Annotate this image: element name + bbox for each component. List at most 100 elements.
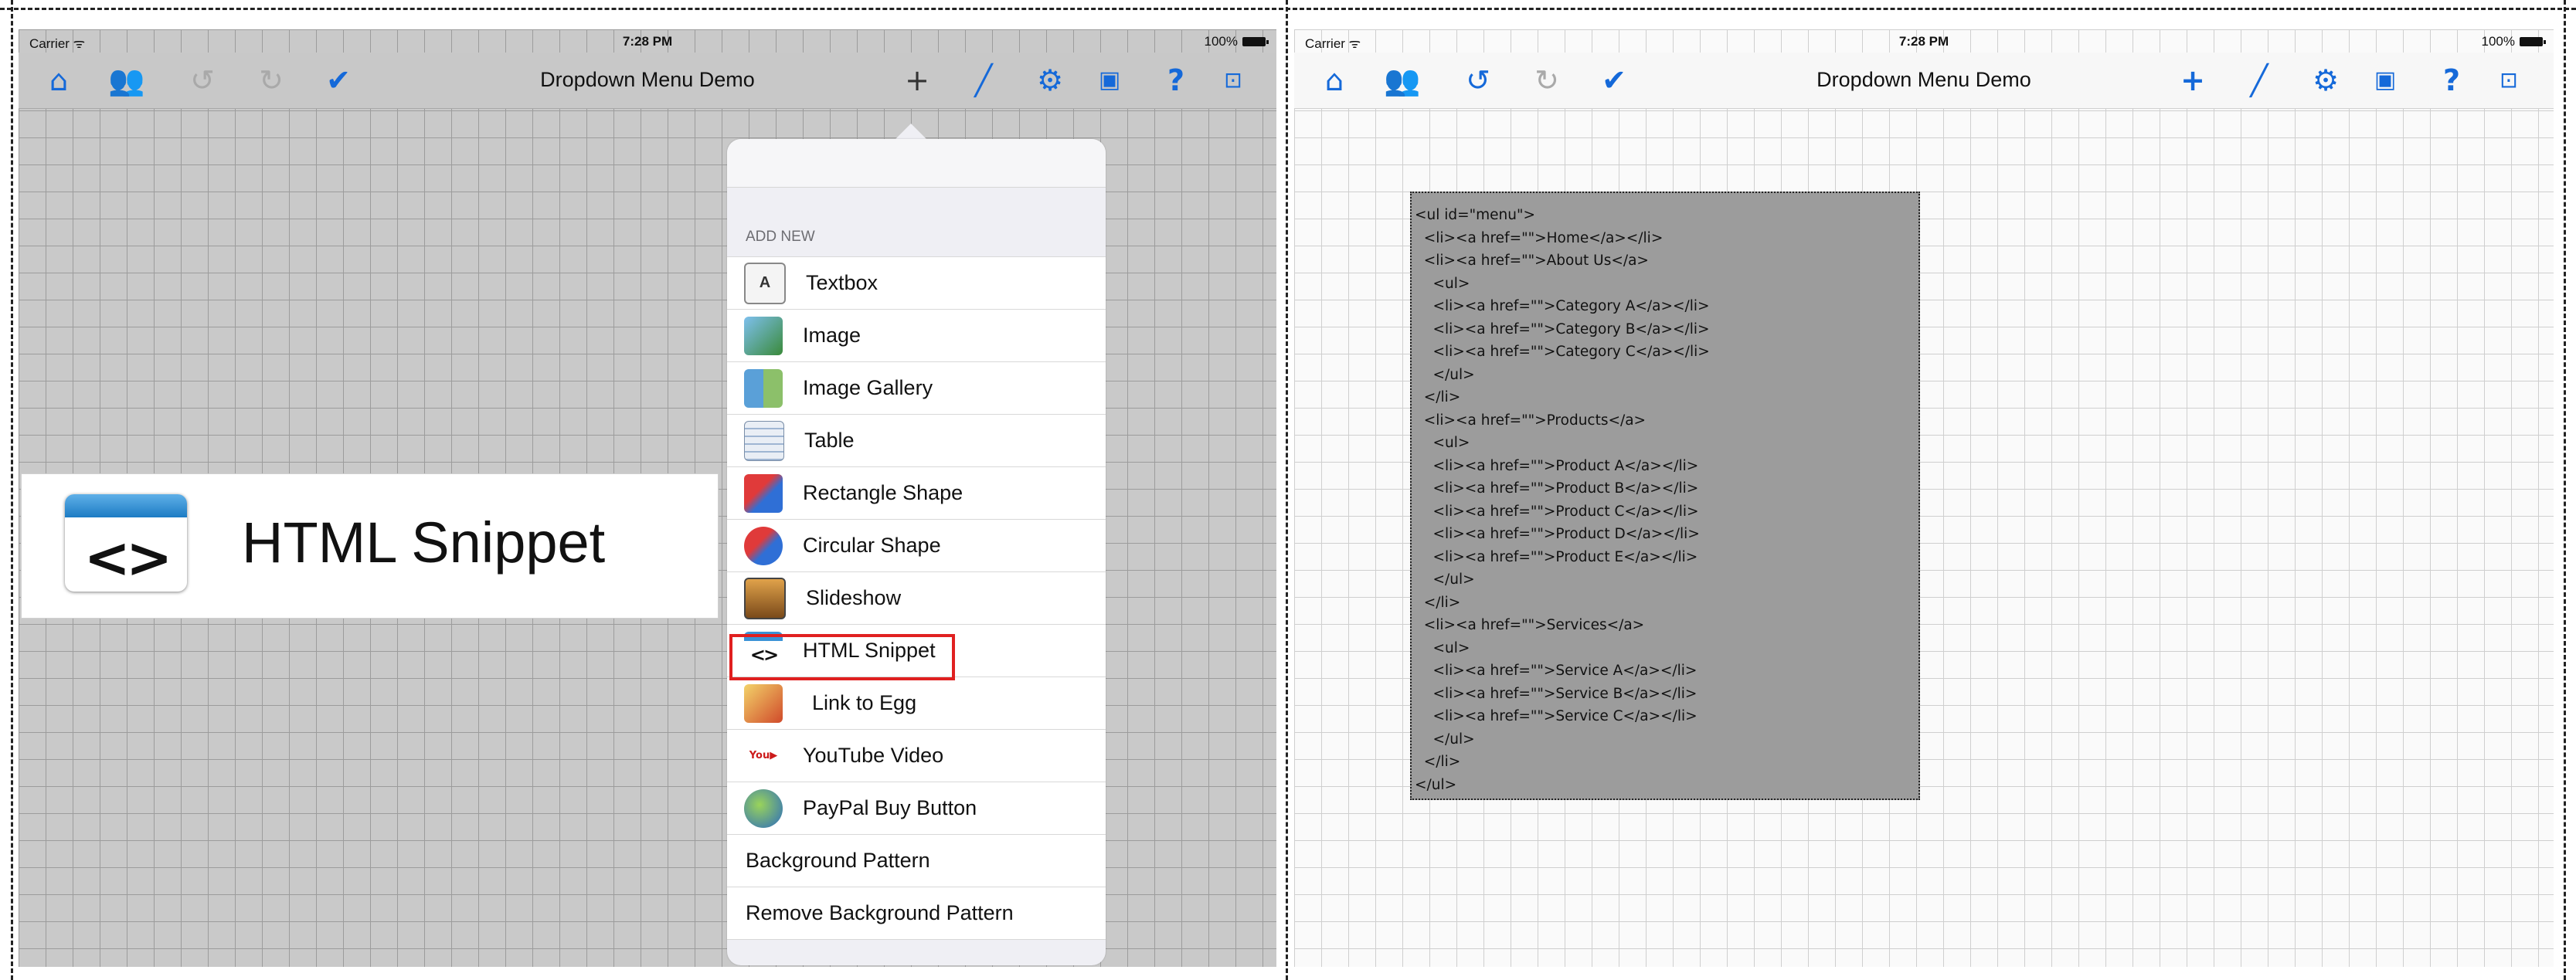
code-line: </li> <box>1415 389 1461 405</box>
code-line: <li><a href="">Home</a></li> <box>1415 229 1664 246</box>
menu-item-rectangle-shape[interactable]: Rectangle Shape <box>727 466 1106 519</box>
home-icon[interactable]: ⌂ <box>42 63 76 97</box>
page-title: Dropdown Menu Demo <box>1816 68 2031 91</box>
gear-icon[interactable]: ⚙ <box>2309 63 2343 97</box>
left-screenshot: Carrier ᯤ 7:28 PM 100% ⌂ 👥 ↺ ↻ ✔ Dropdow… <box>19 29 1276 967</box>
menu-item-slideshow[interactable]: Slideshow <box>727 571 1106 624</box>
frame-border-left <box>11 0 13 980</box>
help-icon[interactable]: ? <box>2435 63 2469 97</box>
code-line: </li> <box>1415 754 1461 770</box>
redo-icon[interactable]: ↻ <box>254 63 288 97</box>
home-icon[interactable]: ⌂ <box>1317 63 1351 97</box>
pen-icon[interactable]: ╱ <box>2242 63 2276 97</box>
code-line: <ul> <box>1415 435 1470 451</box>
html-snippet-code-block[interactable]: <ul id="menu"> <li><a href="">Home</a></… <box>1410 192 1920 800</box>
code-line: <li><a href="">Service C</a></li> <box>1415 708 1698 724</box>
users-icon[interactable]: 👥 <box>1384 63 1420 97</box>
code-glyph: <> <box>83 525 173 590</box>
menu-item-textbox[interactable]: A Textbox <box>727 256 1106 309</box>
code-line: <ul id="menu"> <box>1415 207 1536 223</box>
code-line: <li><a href="">Products</a> <box>1415 412 1647 429</box>
frame-divider <box>1286 0 1288 980</box>
slideshow-icon <box>744 577 786 619</box>
frame-border-top <box>0 8 2576 10</box>
code-line: </li> <box>1415 594 1461 611</box>
checkmark-icon[interactable]: ✔ <box>1597 63 1631 97</box>
code-line: </ul> <box>1415 571 1475 588</box>
html-snippet-large-icon: <> <box>65 494 187 592</box>
html-snippet-highlight-box <box>729 634 955 680</box>
present-icon[interactable]: ⊡ <box>2492 63 2526 97</box>
code-line: <ul> <box>1415 639 1470 656</box>
plus-icon[interactable]: + <box>900 63 934 97</box>
carrier-label: Carrier ᯤ <box>1305 36 1361 51</box>
youtube-icon: You▶ <box>749 750 778 761</box>
add-new-dropdown-menu: ADD NEW A Textbox Image Image Gallery Ta… <box>727 139 1106 965</box>
code-line: <li><a href="">Product E</a></li> <box>1415 548 1698 565</box>
navigation-bar: ⌂ 👥 ↺ ↻ ✔ Dropdown Menu Demo + ╱ ⚙ ▣ ? ⊡ <box>19 53 1276 109</box>
rectangle-shape-icon <box>744 473 783 513</box>
code-line: </ul> <box>1415 776 1457 793</box>
pen-icon[interactable]: ╱ <box>967 63 1001 97</box>
battery-indicator: 100% <box>2481 34 2546 49</box>
screenshot-icon[interactable]: ▣ <box>2368 63 2402 97</box>
undo-icon[interactable]: ↺ <box>185 63 219 97</box>
menu-item-youtube-video[interactable]: You▶ YouTube Video <box>727 729 1106 782</box>
status-bar: Carrier ᯤ 7:28 PM 100% <box>1294 29 2554 53</box>
menu-item-paypal-buy-button[interactable]: PayPal Buy Button <box>727 782 1106 834</box>
menu-item-remove-background-pattern[interactable]: Remove Background Pattern <box>727 887 1106 940</box>
link-to-egg-icon <box>744 683 783 723</box>
battery-icon <box>2520 37 2546 46</box>
screenshot-icon[interactable]: ▣ <box>1093 63 1127 97</box>
menu-item-image[interactable]: Image <box>727 309 1106 361</box>
undo-icon[interactable]: ↺ <box>1461 63 1495 97</box>
redo-icon[interactable]: ↻ <box>1530 63 1564 97</box>
code-line: <li><a href="">Services</a> <box>1415 617 1645 633</box>
clock: 7:28 PM <box>1898 34 1949 49</box>
code-line: <li><a href="">Category A</a></li> <box>1415 298 1710 314</box>
checkmark-icon[interactable]: ✔ <box>321 63 355 97</box>
code-line: <li><a href="">Category C</a></li> <box>1415 344 1710 360</box>
menu-item-link-to-egg[interactable]: Link to Egg <box>727 677 1106 729</box>
code-line: <li><a href="">Service B</a></li> <box>1415 685 1698 702</box>
navigation-bar: ⌂ 👥 ↺ ↻ ✔ Dropdown Menu Demo + ╱ ⚙ ▣ ? ⊡ <box>1294 53 2554 109</box>
code-line: </ul> <box>1415 731 1475 748</box>
menu-item-table[interactable]: Table <box>727 414 1106 466</box>
code-line: <li><a href="">Product B</a></li> <box>1415 480 1699 497</box>
code-line: <li><a href="">Category B</a></li> <box>1415 320 1710 337</box>
code-line: <li><a href="">About Us</a> <box>1415 253 1649 269</box>
menu-item-image-gallery[interactable]: Image Gallery <box>727 361 1106 414</box>
frame-border-right <box>2564 0 2566 980</box>
battery-percent: 100% <box>1204 34 1238 49</box>
code-line: <li><a href="">Product D</a></li> <box>1415 526 1700 542</box>
image-icon <box>744 316 783 355</box>
menu-item-circular-shape[interactable]: Circular Shape <box>727 519 1106 571</box>
page-title: Dropdown Menu Demo <box>540 68 755 91</box>
html-snippet-large-label: HTML Snippet <box>242 510 606 575</box>
code-line: <li><a href="">Service A</a></li> <box>1415 663 1698 679</box>
textbox-icon: A <box>744 262 786 304</box>
help-icon[interactable]: ? <box>1159 63 1193 97</box>
circular-shape-icon <box>744 526 783 565</box>
gear-icon[interactable]: ⚙ <box>1033 63 1067 97</box>
battery-indicator: 100% <box>1204 34 1269 49</box>
code-line: <li><a href="">Product A</a></li> <box>1415 457 1699 474</box>
clock: 7:28 PM <box>622 34 673 49</box>
table-icon <box>744 420 784 461</box>
section-header-add-new: ADD NEW <box>746 229 815 245</box>
menu-top-band <box>727 139 1106 188</box>
battery-icon <box>1242 37 1269 46</box>
carrier-label: Carrier ᯤ <box>29 36 86 51</box>
plus-icon[interactable]: + <box>2176 63 2210 97</box>
code-line: <li><a href="">Product C</a></li> <box>1415 503 1699 520</box>
users-icon[interactable]: 👥 <box>108 63 144 97</box>
image-gallery-icon <box>744 368 783 408</box>
menu-caret <box>894 124 928 141</box>
battery-percent: 100% <box>2481 34 2515 49</box>
present-icon[interactable]: ⊡ <box>1216 63 1250 97</box>
paypal-icon <box>744 788 783 828</box>
menu-item-background-pattern[interactable]: Background Pattern <box>727 834 1106 887</box>
html-snippet-zoom-callout: <> HTML Snippet <box>21 473 719 619</box>
code-line: </ul> <box>1415 366 1475 383</box>
status-bar: Carrier ᯤ 7:28 PM 100% <box>19 29 1276 53</box>
